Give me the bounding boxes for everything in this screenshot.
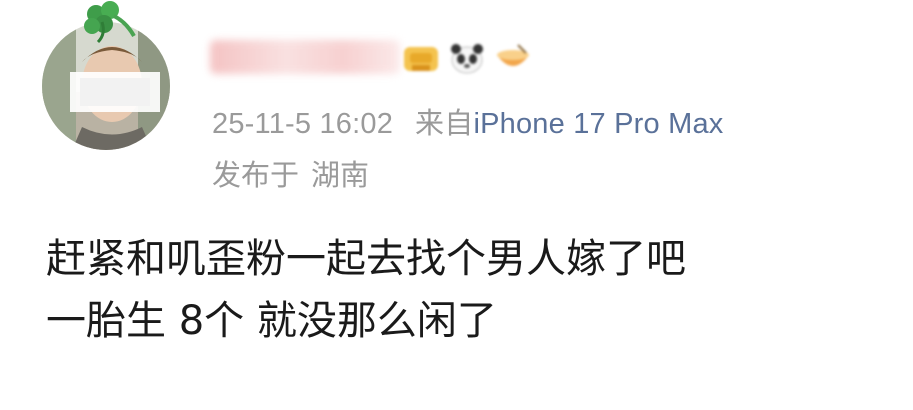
username[interactable]	[210, 30, 570, 82]
user-badges	[402, 38, 532, 78]
post-content-line-1: 赶紧和叽歪粉一起去找个男人嫁了吧	[46, 236, 686, 282]
username-blurred	[210, 40, 400, 74]
source-prefix: 来自	[415, 108, 474, 140]
post-content-line-2: 一胎生 8个 就没那么闲了	[46, 298, 497, 344]
post-location: 发布于 湖南	[212, 152, 369, 194]
bowl-icon	[497, 44, 529, 66]
weibo-post: 25-11-5 16:02 来自iPhone 17 Pro Max 发布于 湖南 赶…	[0, 0, 913, 410]
avatar[interactable]	[42, 1, 170, 150]
panda-face-icon	[451, 44, 483, 74]
clover-hat-icon	[84, 1, 136, 44]
location-place: 湖南	[311, 160, 370, 192]
device-source-link[interactable]: iPhone 17 Pro Max	[473, 108, 723, 140]
location-prefix: 发布于	[212, 160, 300, 192]
post-meta: 25-11-5 16:02 来自iPhone 17 Pro Max	[212, 100, 724, 142]
post-timestamp: 25-11-5 16:02	[212, 108, 394, 140]
gold-trophy-icon	[404, 47, 438, 71]
post-content: 赶紧和叽歪粉一起去找个男人嫁了吧 一胎生 8个 就没那么闲了	[46, 228, 886, 352]
